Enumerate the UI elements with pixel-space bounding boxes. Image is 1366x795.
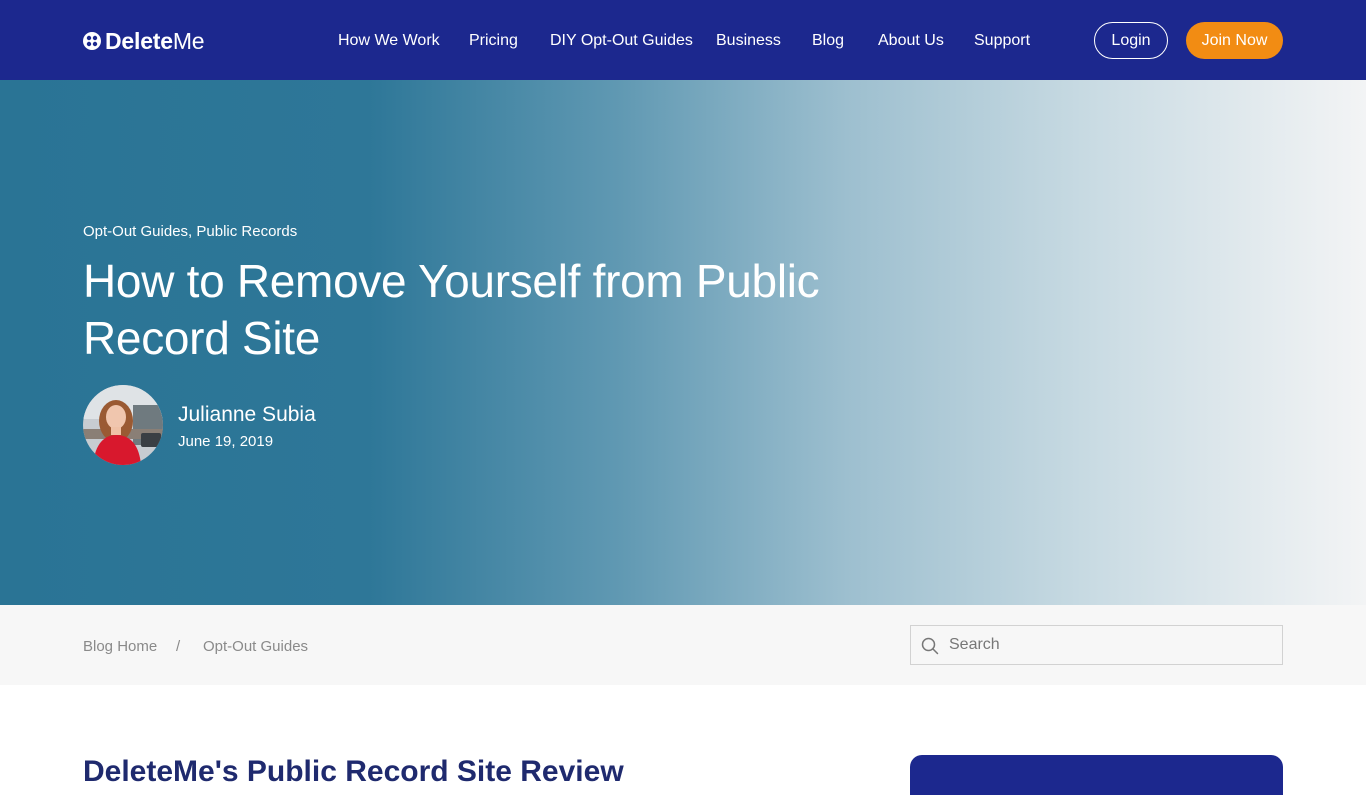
site-header: DeleteMe How We Work Pricing DIY Opt-Out… xyxy=(0,0,1366,80)
author-name[interactable]: Julianne Subia xyxy=(178,402,316,428)
author-photo xyxy=(83,385,163,465)
search-icon xyxy=(921,637,939,655)
nav-diy-opt-out-guides[interactable]: DIY Opt-Out Guides xyxy=(550,30,693,52)
x-circle-logo-icon xyxy=(83,32,101,50)
publish-date: June 19, 2019 xyxy=(178,433,274,450)
sidebar-cta-card xyxy=(910,755,1283,795)
join-now-button[interactable]: Join Now xyxy=(1186,22,1283,59)
breadcrumb-bar: Blog Home / Opt-Out Guides xyxy=(0,605,1366,685)
logo-wordmark: DeleteMe xyxy=(105,28,205,54)
nav-about-us[interactable]: About Us xyxy=(878,30,944,52)
author-avatar xyxy=(83,385,163,465)
nav-how-we-work[interactable]: How We Work xyxy=(338,30,440,52)
search-box xyxy=(910,625,1283,665)
breadcrumb-separator: / xyxy=(176,638,181,655)
breadcrumb-opt-out-guides[interactable]: Opt-Out Guides xyxy=(203,637,308,657)
article-categories[interactable]: Opt-Out Guides, Public Records xyxy=(83,222,297,242)
article-hero: Opt-Out Guides, Public Records How to Re… xyxy=(0,80,1366,605)
login-button[interactable]: Login xyxy=(1094,22,1168,59)
search-input[interactable] xyxy=(949,626,1269,664)
nav-business[interactable]: Business xyxy=(716,30,781,52)
nav-blog[interactable]: Blog xyxy=(812,30,844,52)
article-heading: DeleteMe's Public Record Site Review xyxy=(83,755,624,788)
page-title: How to Remove Yourself from Public Recor… xyxy=(83,255,820,364)
nav-support[interactable]: Support xyxy=(974,30,1030,52)
deleteme-logo[interactable]: DeleteMe xyxy=(83,28,205,54)
breadcrumb-blog-home[interactable]: Blog Home xyxy=(83,637,157,657)
nav-pricing[interactable]: Pricing xyxy=(469,30,518,52)
